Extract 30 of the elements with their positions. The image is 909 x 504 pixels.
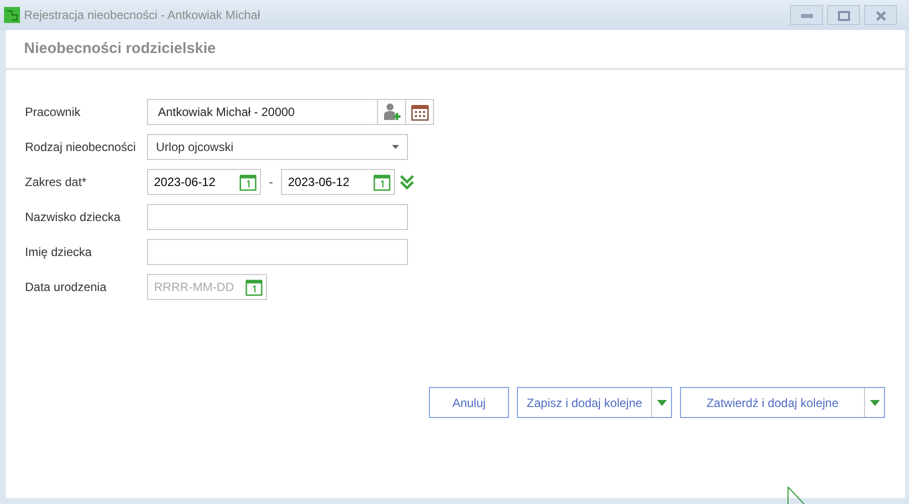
text-field[interactable] (147, 204, 408, 230)
field-label: Data urodzenia (24, 278, 108, 296)
minimize-button[interactable] (790, 5, 823, 25)
caret-icon (870, 400, 880, 406)
close-icon (874, 10, 886, 21)
text-field[interactable] (147, 238, 408, 264)
caret-icon (392, 144, 399, 148)
add-person-icon[interactable] (378, 98, 406, 124)
field-label: Pracownik (24, 104, 82, 120)
app-icon (4, 7, 20, 23)
split-button[interactable]: Zapisz i dodaj kolejne (517, 387, 672, 418)
section-heading: Nieobecności rodzicielskie (24, 38, 216, 59)
maximize-button[interactable] (827, 5, 860, 25)
date-separator: - (269, 174, 273, 190)
field-label: Rodzaj nieobecności (24, 138, 137, 156)
split-button[interactable]: Zatwierdź i dodaj kolejne (680, 387, 885, 418)
field-label: Imię dziecka (24, 244, 93, 260)
absence-type-dropdown[interactable]: Urlop ojcowski (147, 134, 408, 160)
cursor-icon (787, 486, 805, 504)
window-title: Rejestracja nieobecności - Antkowiak Michał (24, 7, 260, 24)
close-button[interactable] (864, 5, 897, 25)
caret-icon (656, 400, 666, 406)
employee-field[interactable]: Antkowiak Michał - 20000 (147, 98, 378, 124)
field-label: Zakres dat* (24, 174, 88, 190)
cancel-button[interactable]: Anuluj (429, 387, 509, 418)
maximize-icon (838, 10, 850, 21)
minimize-icon (800, 14, 812, 18)
field-label: Nazwisko dziecka (24, 208, 122, 226)
expand-icon[interactable] (399, 174, 415, 190)
calendar-icon[interactable] (406, 98, 434, 124)
